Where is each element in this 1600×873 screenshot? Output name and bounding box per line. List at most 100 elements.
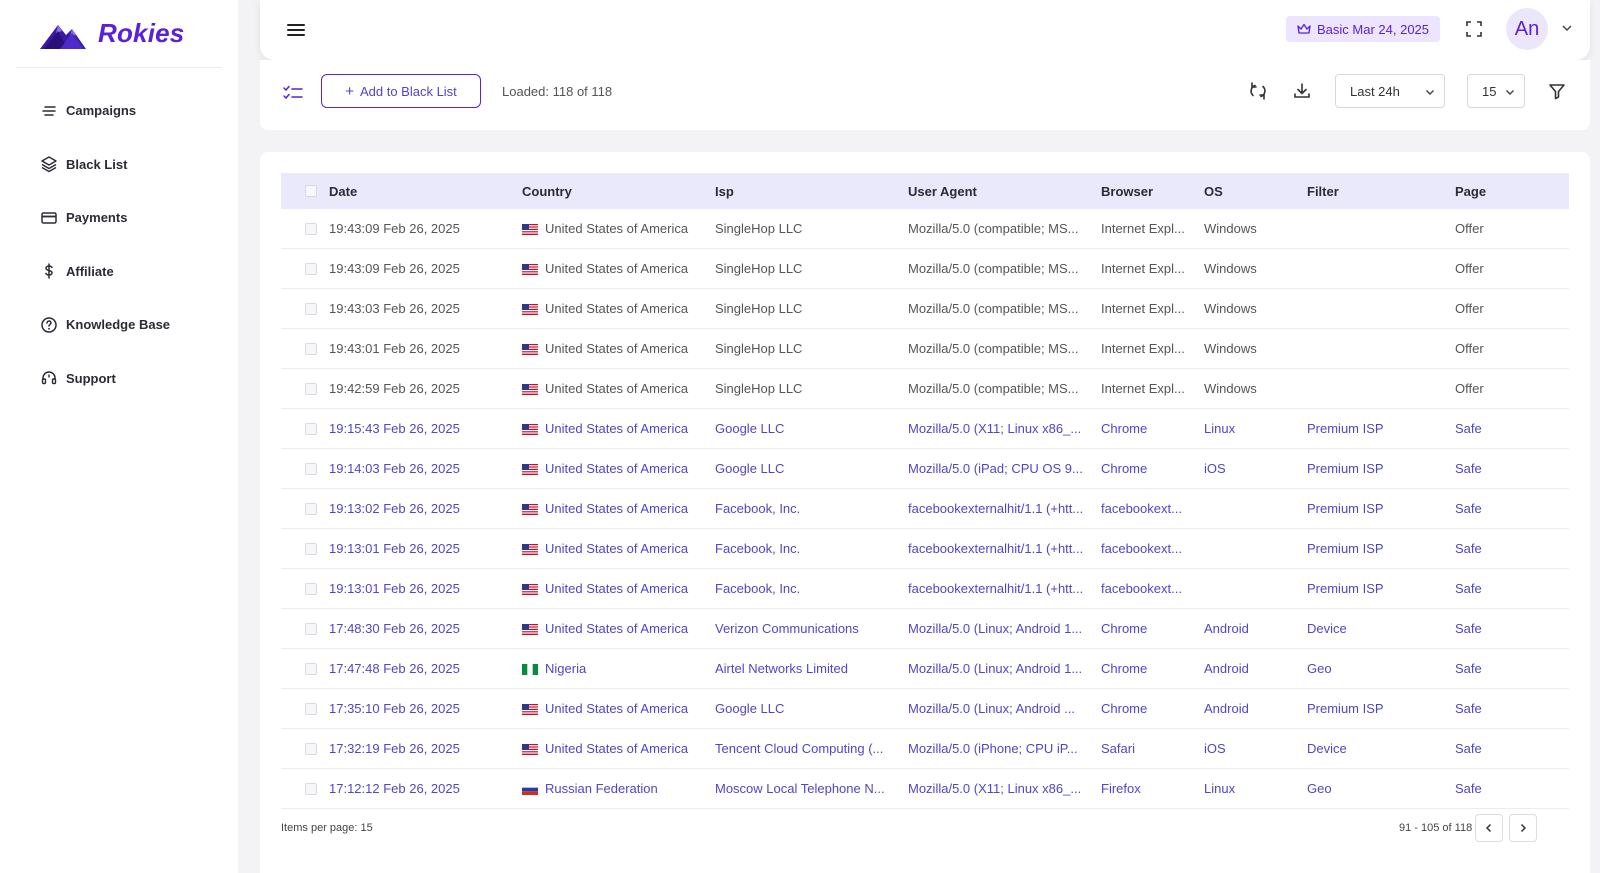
row-checkbox-cell[interactable] xyxy=(281,742,329,755)
table-row[interactable]: 19:13:01 Feb 26, 2025 United States of Am… xyxy=(281,569,1569,609)
table-row[interactable]: 19:13:01 Feb 26, 2025 United States of Am… xyxy=(281,529,1569,569)
sidebar-item-affiliate[interactable]: Affiliate xyxy=(0,245,238,299)
select-all-cell[interactable] xyxy=(281,185,329,197)
avatar[interactable]: An xyxy=(1506,8,1548,50)
row-checkbox[interactable] xyxy=(305,342,317,355)
table-row[interactable]: 17:32:19 Feb 26, 2025 United States of Am… xyxy=(281,729,1569,769)
row-checkbox[interactable] xyxy=(305,462,317,475)
checklist-icon[interactable] xyxy=(282,82,304,104)
column-header-os[interactable]: OS xyxy=(1204,184,1307,199)
row-checkbox-cell[interactable] xyxy=(281,422,329,435)
next-page-button[interactable] xyxy=(1509,814,1537,842)
row-checkbox[interactable] xyxy=(305,302,317,315)
row-checkbox-cell[interactable] xyxy=(281,542,329,555)
row-checkbox[interactable] xyxy=(305,382,317,395)
cell-page: Offer xyxy=(1455,381,1484,396)
table-row[interactable]: 19:43:09 Feb 26, 2025 United States of Am… xyxy=(281,209,1569,249)
row-checkbox-cell[interactable] xyxy=(281,582,329,595)
country-name: United States of America xyxy=(545,301,689,316)
row-checkbox-cell[interactable] xyxy=(281,702,329,715)
row-checkbox-cell[interactable] xyxy=(281,502,329,515)
row-checkbox-cell[interactable] xyxy=(281,662,329,675)
column-header-date[interactable]: Date xyxy=(329,184,522,199)
prev-page-button[interactable] xyxy=(1475,814,1503,842)
row-checkbox[interactable] xyxy=(305,702,317,715)
row-checkbox[interactable] xyxy=(305,662,317,675)
plus-icon: + xyxy=(345,82,354,100)
filter-icon[interactable] xyxy=(1547,81,1567,101)
time-range-select[interactable]: Last 24h xyxy=(1335,74,1445,108)
cell-os: Windows xyxy=(1204,301,1257,316)
row-checkbox-cell[interactable] xyxy=(281,262,329,275)
cell-browser: Internet Expl... xyxy=(1101,301,1185,316)
row-checkbox-cell[interactable] xyxy=(281,462,329,475)
table-row[interactable]: 19:42:59 Feb 26, 2025 United States of Am… xyxy=(281,369,1569,409)
select-all-checkbox[interactable] xyxy=(305,185,317,197)
flag-ng-icon xyxy=(522,663,538,675)
cell-os: Windows xyxy=(1204,381,1257,396)
fullscreen-icon[interactable] xyxy=(1464,19,1484,39)
flag-us-icon xyxy=(522,703,538,715)
column-header-filter[interactable]: Filter xyxy=(1307,184,1455,199)
row-checkbox[interactable] xyxy=(305,222,317,235)
cell-user-agent: Mozilla/5.0 (iPad; CPU OS 9... xyxy=(908,461,1083,476)
layers-icon xyxy=(40,155,58,173)
row-checkbox-cell[interactable] xyxy=(281,782,329,795)
row-checkbox[interactable] xyxy=(305,742,317,755)
cell-isp: Verizon Communications xyxy=(715,621,859,636)
row-checkbox[interactable] xyxy=(305,422,317,435)
row-checkbox-cell[interactable] xyxy=(281,622,329,635)
cell-country: United States of America xyxy=(522,621,715,636)
cell-date: 17:48:30 Feb 26, 2025 xyxy=(329,621,460,636)
table-row[interactable]: 17:47:48 Feb 26, 2025 Nigeria Airtel Netwo… xyxy=(281,649,1569,689)
column-header-isp[interactable]: Isp xyxy=(715,184,908,199)
row-checkbox[interactable] xyxy=(305,782,317,795)
column-header-page[interactable]: Page xyxy=(1455,184,1555,199)
table-row[interactable]: 17:12:12 Feb 26, 2025 Russian Federation M… xyxy=(281,769,1569,809)
table-row[interactable]: 19:15:43 Feb 26, 2025 United States of Am… xyxy=(281,409,1569,449)
row-checkbox-cell[interactable] xyxy=(281,382,329,395)
row-checkbox-cell[interactable] xyxy=(281,302,329,315)
refresh-icon[interactable] xyxy=(1248,81,1268,101)
column-header-user-agent[interactable]: User Agent xyxy=(908,184,1101,199)
table-row[interactable]: 19:43:03 Feb 26, 2025 United States of Am… xyxy=(281,289,1569,329)
cell-browser: facebookext... xyxy=(1101,541,1182,556)
table-row[interactable]: 19:43:09 Feb 26, 2025 United States of Am… xyxy=(281,249,1569,289)
add-to-black-list-button[interactable]: + Add to Black List xyxy=(321,74,481,108)
cell-page: Safe xyxy=(1455,701,1482,716)
sidebar-item-knowledge-base[interactable]: Knowledge Base xyxy=(0,298,238,352)
table-row[interactable]: 17:48:30 Feb 26, 2025 United States of Am… xyxy=(281,609,1569,649)
cell-isp: Google LLC xyxy=(715,701,785,716)
sidebar-item-support[interactable]: Support xyxy=(0,352,238,406)
row-checkbox[interactable] xyxy=(305,582,317,595)
row-checkbox-cell[interactable] xyxy=(281,222,329,235)
row-checkbox[interactable] xyxy=(305,622,317,635)
cell-country: Nigeria xyxy=(522,661,715,676)
sidebar-item-black-list[interactable]: Black List xyxy=(0,138,238,192)
sidebar-item-label: Black List xyxy=(66,156,128,172)
column-header-country[interactable]: Country xyxy=(522,184,715,199)
hamburger-menu-icon[interactable] xyxy=(284,18,308,42)
sidebar-item-campaigns[interactable]: Campaigns xyxy=(0,84,238,138)
per-page-select[interactable]: 15 xyxy=(1467,74,1525,108)
cell-isp: Facebook, Inc. xyxy=(715,581,801,596)
table-row[interactable]: 19:14:03 Feb 26, 2025 United States of Am… xyxy=(281,449,1569,489)
cell-date: 19:43:03 Feb 26, 2025 xyxy=(329,301,460,316)
row-checkbox[interactable] xyxy=(305,502,317,515)
plan-badge[interactable]: Basic Mar 24, 2025 xyxy=(1286,16,1441,42)
table-row[interactable]: 19:13:02 Feb 26, 2025 United States of Am… xyxy=(281,489,1569,529)
table-row[interactable]: 19:43:01 Feb 26, 2025 United States of Am… xyxy=(281,329,1569,369)
add-button-label: Add to Black List xyxy=(359,83,457,99)
row-checkbox[interactable] xyxy=(305,262,317,275)
row-checkbox-cell[interactable] xyxy=(281,342,329,355)
chevron-down-icon[interactable] xyxy=(1560,21,1574,35)
row-checkbox[interactable] xyxy=(305,542,317,555)
cell-browser: Safari xyxy=(1101,741,1135,756)
download-icon[interactable] xyxy=(1292,81,1312,101)
cell-os: Windows xyxy=(1204,221,1257,236)
table-row[interactable]: 17:35:10 Feb 26, 2025 United States of Am… xyxy=(281,689,1569,729)
cell-user-agent: Mozilla/5.0 (Linux; Android 1... xyxy=(908,621,1083,636)
sidebar-item-payments[interactable]: Payments xyxy=(0,191,238,245)
column-header-browser[interactable]: Browser xyxy=(1101,184,1204,199)
brand[interactable]: Rokies xyxy=(16,0,222,68)
